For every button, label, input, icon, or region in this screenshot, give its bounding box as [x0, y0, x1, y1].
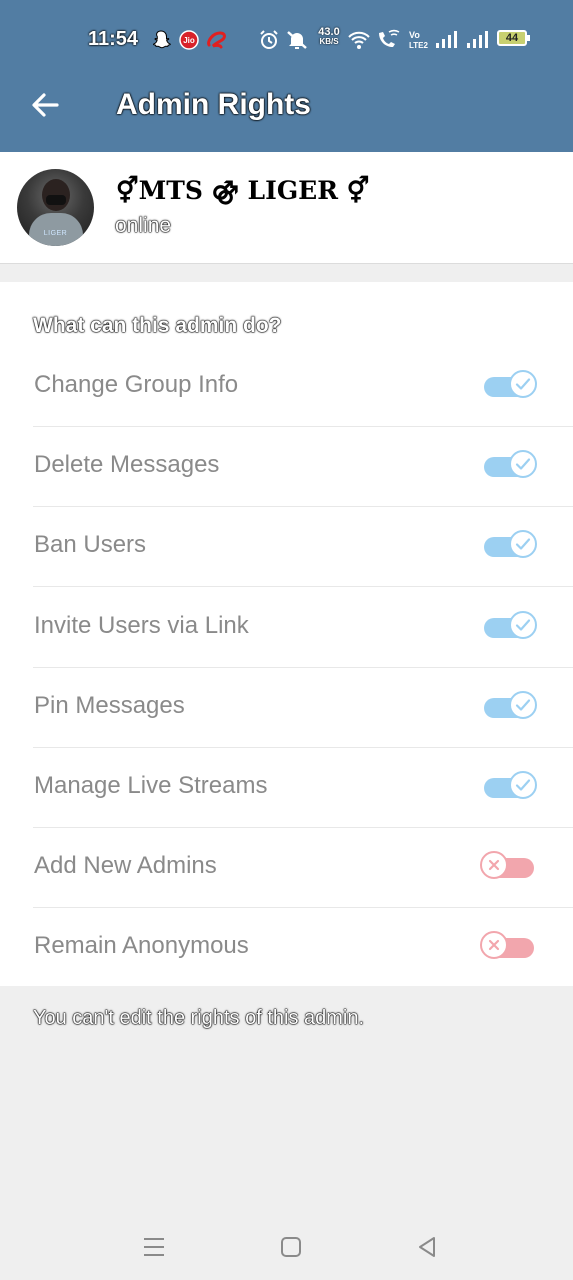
cross-icon — [480, 851, 508, 880]
right-row-remain-anonymous[interactable]: Remain Anonymous — [0, 908, 573, 988]
check-icon — [509, 370, 537, 398]
app-header: 11:54 Jio 43.0 KB/S Vo LTE2 44 Admin Rig… — [0, 0, 573, 152]
profile-status: online — [115, 214, 172, 237]
check-icon — [509, 530, 537, 559]
toggle-delete-messages[interactable] — [480, 447, 542, 483]
toggle-add-new-admins[interactable] — [480, 848, 542, 884]
check-icon — [509, 771, 537, 799]
right-row-invite-users-via-link[interactable]: Invite Users via Link — [0, 588, 573, 668]
wifi-icon — [348, 31, 370, 49]
svg-text:LTE2: LTE2 — [409, 41, 429, 50]
right-label: Ban Users — [34, 531, 147, 559]
back-arrow-icon[interactable] — [28, 88, 62, 122]
toggle-remain-anonymous[interactable] — [480, 928, 542, 964]
right-label: Change Group Info — [34, 371, 239, 398]
volte-icon: Vo LTE2 — [409, 30, 429, 50]
back-nav-icon[interactable] — [412, 1232, 442, 1262]
status-time: 11:54 — [88, 28, 139, 50]
toggle-ban-users[interactable] — [480, 527, 542, 563]
check-icon — [509, 690, 537, 719]
mute-icon — [287, 31, 307, 49]
check-icon — [509, 610, 537, 639]
right-label: Pin Messages — [34, 691, 185, 719]
right-row-ban-users[interactable]: Ban Users — [0, 507, 573, 588]
system-nav-bar — [0, 1210, 573, 1280]
wifi-call-icon — [379, 29, 400, 47]
net-speed-value: 43.0 — [318, 26, 340, 38]
right-row-add-new-admins[interactable]: Add New Admins — [0, 828, 573, 909]
right-label: Remain Anonymous — [34, 932, 249, 960]
section-title: What can this admin do? — [33, 314, 282, 337]
signal-icon — [436, 31, 457, 48]
net-speed: 43.0 KB/S — [312, 27, 346, 47]
rights-section: What can this admin do? Change Group Inf… — [0, 282, 573, 986]
battery-icon: 44 — [497, 30, 530, 46]
toggle-pin-messages[interactable] — [480, 688, 542, 724]
right-label: Add New Admins — [34, 852, 217, 880]
right-label: Delete Messages — [34, 451, 220, 479]
airtel-icon — [207, 31, 226, 49]
admin-profile[interactable]: LIGER ⚥MTS ⚣ LIGER ⚥ online — [0, 152, 573, 264]
footer-note: You can't edit the rights of this admin. — [33, 1007, 365, 1029]
svg-text:Vo: Vo — [409, 30, 420, 40]
snapchat-icon — [153, 30, 171, 49]
toggle-manage-live-streams[interactable] — [480, 768, 542, 804]
right-row-delete-messages[interactable]: Delete Messages — [0, 427, 573, 508]
right-label: Manage Live Streams — [34, 772, 268, 799]
jio-icon: Jio — [179, 30, 199, 50]
menu-icon[interactable] — [139, 1232, 169, 1262]
avatar[interactable]: LIGER — [17, 169, 94, 246]
home-icon[interactable] — [276, 1232, 306, 1262]
toggle-change-group-info[interactable] — [480, 367, 542, 403]
right-label: Invite Users via Link — [34, 611, 249, 639]
right-row-pin-messages[interactable]: Pin Messages — [0, 668, 573, 748]
net-speed-unit: KB/S — [319, 37, 339, 46]
right-row-change-group-info[interactable]: Change Group Info — [0, 347, 573, 427]
status-bar: 11:54 Jio 43.0 KB/S Vo LTE2 44 — [0, 20, 573, 60]
toggle-invite-users-via-link[interactable] — [480, 608, 542, 644]
svg-text:Jio: Jio — [183, 36, 195, 45]
check-icon — [509, 450, 537, 479]
signal-icon-2 — [467, 31, 488, 48]
page-title: Admin Rights — [116, 88, 311, 121]
alarm-icon — [260, 30, 278, 49]
profile-name: ⚥MTS ⚣ LIGER ⚥ — [116, 176, 370, 205]
right-row-manage-live-streams[interactable]: Manage Live Streams — [0, 748, 573, 828]
avatar-caption: LIGER — [43, 230, 68, 237]
